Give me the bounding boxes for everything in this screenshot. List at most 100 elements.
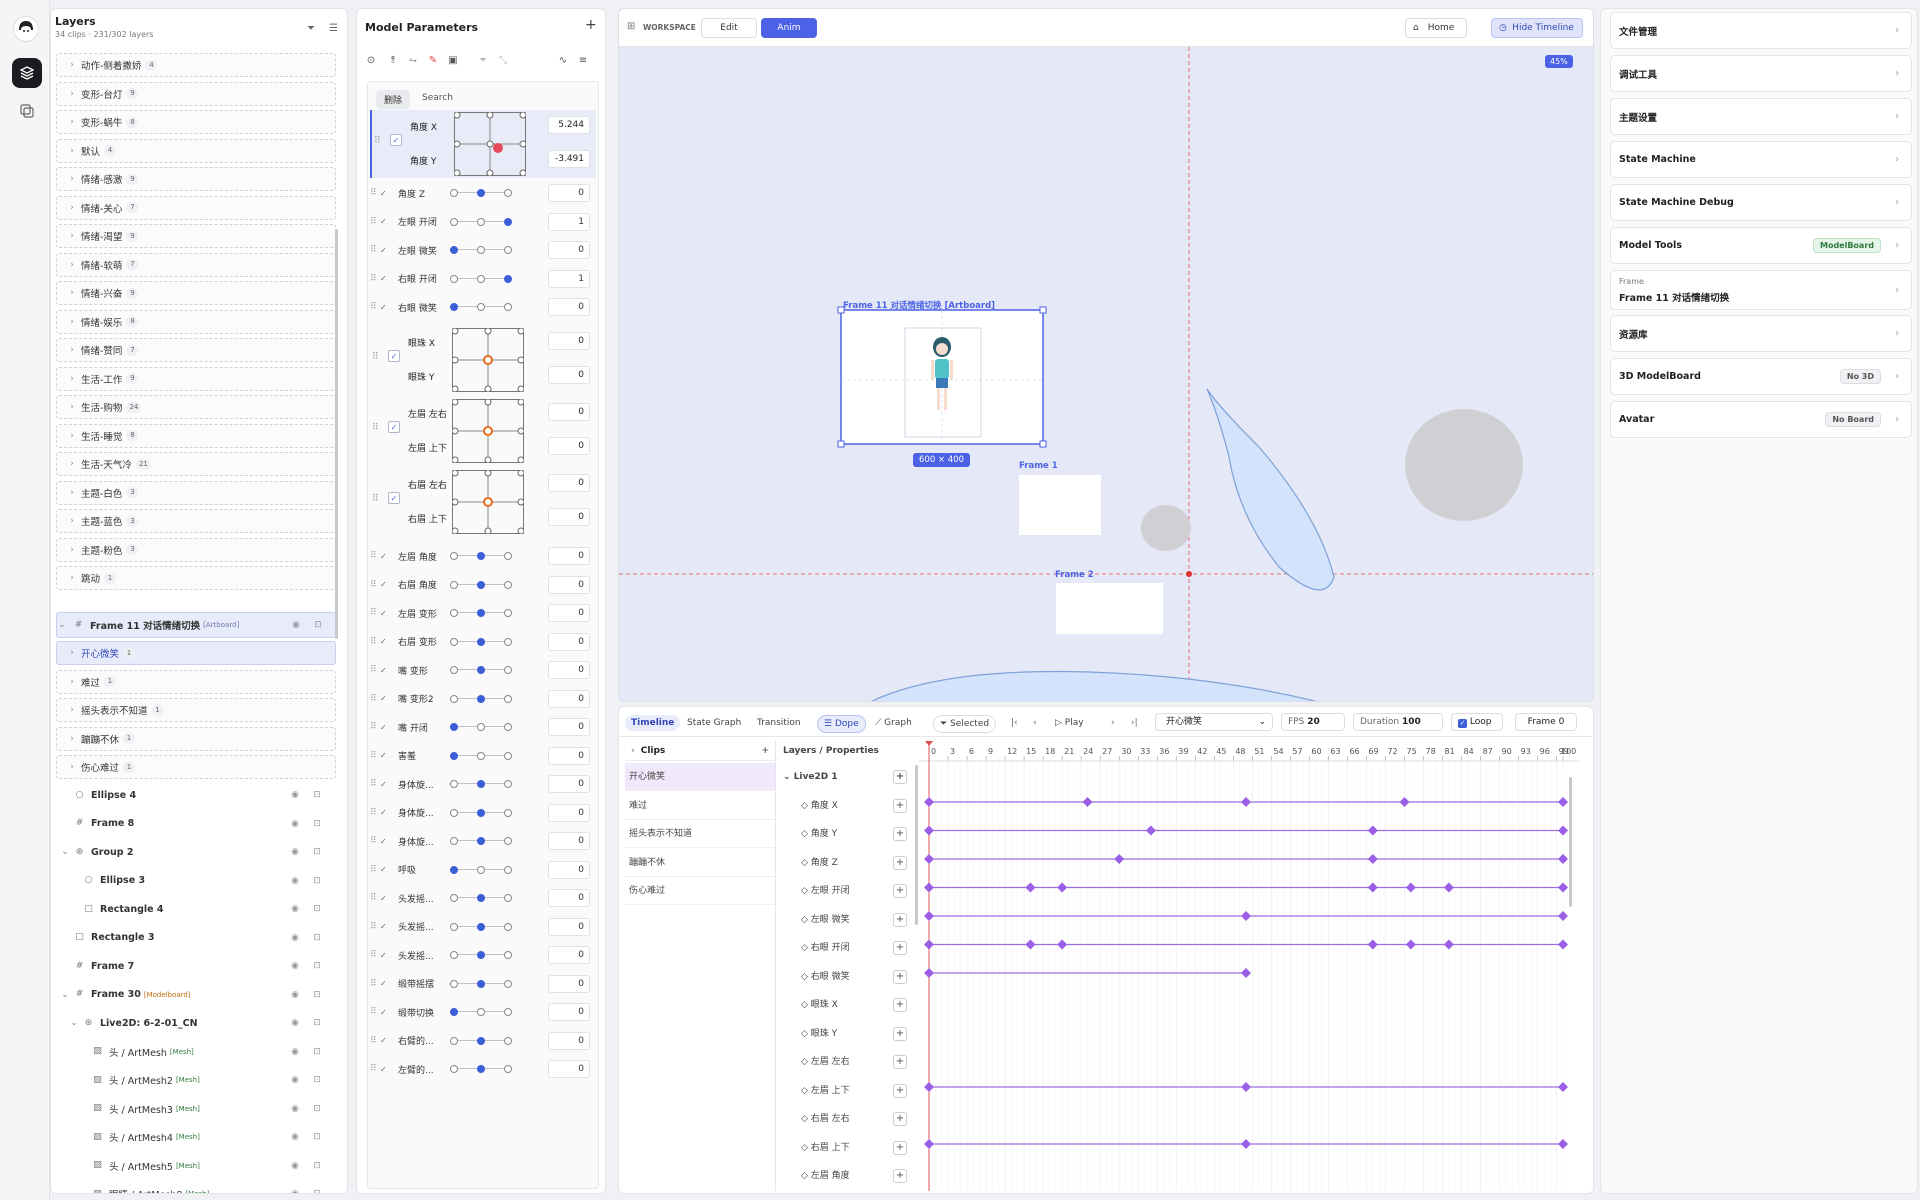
param-2d-row[interactable]: ⠿ ✓ 右眉 左右 右眉 上下 0 0 bbox=[370, 468, 596, 536]
add-keyframe-button[interactable]: + bbox=[893, 1140, 907, 1155]
param-row[interactable]: ⠿ ✓ 缎带切换 0 bbox=[370, 1000, 596, 1024]
slider-knob[interactable] bbox=[477, 580, 485, 589]
visibility-eye-icon[interactable]: ◉ bbox=[288, 931, 302, 945]
param-value-field[interactable]: 0 bbox=[548, 366, 590, 384]
param-row[interactable]: ⠿ ✓ 嘴 变形 0 bbox=[370, 658, 596, 682]
timeline-clip-item[interactable]: 摇头表示不知道 bbox=[625, 820, 775, 848]
right-panel-item[interactable]: Frame Frame 11 对话情绪切换 › bbox=[1610, 270, 1912, 310]
timeline-clip-item[interactable]: 难过 bbox=[625, 792, 775, 820]
layer-node-row[interactable]: ⌄ ⊛ Live2D: 6-2-01_CN ◉ ⊡ bbox=[56, 1011, 336, 1035]
slider-knob[interactable] bbox=[477, 922, 485, 931]
check-icon[interactable]: ✓ bbox=[380, 837, 392, 846]
check-icon[interactable]: ✓ bbox=[380, 1036, 392, 1045]
param-slider[interactable] bbox=[450, 922, 512, 932]
chevron-right-icon[interactable]: › bbox=[67, 374, 77, 384]
right-panel-item[interactable]: State Machine › bbox=[1610, 141, 1912, 178]
slider-knob[interactable] bbox=[450, 303, 458, 311]
track-row[interactable]: ◇ 左眼 开闭 + bbox=[777, 877, 917, 905]
right-panel-item[interactable]: State Machine Debug › bbox=[1610, 184, 1912, 221]
param-row[interactable]: ⠿ ✓ 头发摇... 0 bbox=[370, 943, 596, 967]
chevron-down-icon[interactable]: ⌄ bbox=[60, 847, 70, 857]
param-value-field[interactable]: 0 bbox=[548, 860, 590, 879]
slider-knob[interactable] bbox=[504, 217, 512, 226]
drag-handle-icon[interactable]: ⠿ bbox=[370, 950, 380, 960]
lock-icon[interactable]: ⊡ bbox=[310, 1187, 324, 1193]
chevron-right-icon[interactable]: › bbox=[67, 89, 77, 99]
slider-knob[interactable] bbox=[477, 837, 485, 845]
drag-handle-icon[interactable]: ⠿ bbox=[370, 1007, 380, 1017]
chevron-right-icon[interactable]: › bbox=[67, 231, 77, 241]
check-icon[interactable]: ✓ bbox=[388, 492, 400, 504]
param-slider[interactable] bbox=[450, 274, 512, 284]
right-panel-item[interactable]: 3D ModelBoard No 3D › bbox=[1610, 358, 1912, 395]
visibility-eye-icon[interactable]: ◉ bbox=[288, 1102, 302, 1116]
canvas-area[interactable]: ⊞ WORKSPACE Edit Anim ⌂ Home ◷ Hide Timeli… bbox=[618, 8, 1594, 702]
param-value-field[interactable]: 0 bbox=[548, 241, 590, 259]
chevron-right-icon[interactable]: › bbox=[67, 345, 77, 355]
drag-handle-icon[interactable]: ⠿ bbox=[370, 865, 380, 875]
lock-icon[interactable]: ⊡ bbox=[310, 988, 324, 1002]
check-icon[interactable]: ✓ bbox=[388, 350, 400, 362]
slider-knob[interactable] bbox=[477, 189, 485, 197]
param-row[interactable]: ⠿ ✓ 右臂的... 0 bbox=[370, 1029, 596, 1053]
param-row[interactable]: ⠿ ✓ 头发摇... 0 bbox=[370, 886, 596, 910]
right-panel-item[interactable]: 文件管理 › bbox=[1610, 12, 1912, 49]
track-row[interactable]: ◇ 右眉 上下 + bbox=[777, 1134, 917, 1162]
param-slider[interactable] bbox=[450, 665, 512, 675]
visibility-eye-icon[interactable]: ◉ bbox=[288, 874, 302, 888]
check-icon[interactable]: ✓ bbox=[380, 808, 392, 817]
right-panel-item[interactable]: 资源库 › bbox=[1610, 315, 1912, 352]
layer-node-row[interactable]: ⌄ # Frame 30 [Modelboard] ◉ ⊡ bbox=[56, 983, 336, 1007]
check-icon[interactable]: ✓ bbox=[380, 1065, 392, 1074]
param-2d-pad[interactable] bbox=[452, 328, 524, 392]
sub-clip-row[interactable]: › 开心微笑 1 bbox=[56, 641, 336, 665]
right-panel-item[interactable]: 主题设置 › bbox=[1610, 98, 1912, 135]
clip-layer-row[interactable]: › 主题-蓝色 3 bbox=[56, 509, 336, 533]
param-value-field[interactable]: 0 bbox=[548, 917, 590, 936]
visibility-eye-icon[interactable]: ◉ bbox=[289, 618, 303, 632]
clip-layer-row[interactable]: › 变形-台灯 9 bbox=[56, 81, 336, 106]
drag-handle-icon[interactable]: ⠿ bbox=[370, 1036, 380, 1046]
param-value-field[interactable]: -3.491 bbox=[548, 150, 590, 168]
param-value-field[interactable]: 0 bbox=[548, 298, 590, 316]
param-row[interactable]: ⠿ ✓ 右眉 角度 0 bbox=[370, 573, 596, 597]
param-slider[interactable] bbox=[450, 1007, 512, 1017]
param-row[interactable]: ⠿ ✓ 身体旋... 0 bbox=[370, 829, 596, 853]
drag-handle-icon[interactable]: ⠿ bbox=[370, 1064, 380, 1074]
param-value-field[interactable]: 0 bbox=[548, 832, 590, 850]
track-row[interactable]: ◇ 右眼 开闭 + bbox=[777, 934, 917, 962]
clip-layer-row[interactable]: › 情绪-渴望 9 bbox=[56, 224, 336, 248]
param-row[interactable]: ⠿ ✓ 右眼 微笑 0 bbox=[370, 295, 596, 319]
clip-layer-row[interactable]: › 变形-蜗牛 8 bbox=[56, 110, 336, 134]
slider-knob[interactable] bbox=[477, 609, 485, 617]
drag-handle-icon[interactable]: ⠿ bbox=[374, 136, 381, 146]
param-2d-pad[interactable] bbox=[452, 399, 524, 463]
param-2d-pad[interactable] bbox=[452, 470, 524, 534]
param-value-field[interactable]: 0 bbox=[548, 437, 590, 455]
param-row[interactable]: ⠿ ✓ 右眼 开闭 1 bbox=[370, 267, 596, 291]
visibility-eye-icon[interactable]: ◉ bbox=[288, 1187, 302, 1193]
param-value-field[interactable]: 0 bbox=[548, 1060, 590, 1078]
layer-node-row[interactable]: ▨ 头 / ArtMesh3 [Mesh] ◉ ⊡ bbox=[56, 1097, 336, 1121]
track-row[interactable]: ◇ 角度 X + bbox=[777, 792, 917, 820]
drag-handle-icon[interactable]: ⠿ bbox=[370, 779, 380, 789]
sub-clip-row[interactable]: › 蹦蹦不休 1 bbox=[56, 726, 336, 751]
param-row[interactable]: ⠿ ✓ 身体旋... 0 bbox=[370, 772, 596, 796]
param-value-field[interactable]: 0 bbox=[548, 946, 590, 964]
check-icon[interactable]: ✓ bbox=[380, 217, 392, 226]
timeline-clip-item[interactable]: 蹦蹦不休 bbox=[625, 849, 775, 877]
drag-handle-icon[interactable]: ⠿ bbox=[370, 922, 380, 932]
slider-knob[interactable] bbox=[477, 808, 485, 817]
drag-handle-icon[interactable]: ⠿ bbox=[370, 722, 380, 732]
drag-handle-icon[interactable]: ⠿ bbox=[370, 217, 380, 227]
check-icon[interactable]: ✓ bbox=[380, 189, 392, 198]
add-keyframe-button[interactable]: + bbox=[893, 1083, 907, 1098]
chevron-right-icon[interactable]: › bbox=[67, 402, 77, 412]
drag-handle-icon[interactable]: ⠿ bbox=[370, 274, 380, 284]
check-icon[interactable]: ✓ bbox=[380, 751, 392, 760]
chevron-right-icon[interactable]: › bbox=[67, 762, 77, 772]
chevron-right-icon[interactable]: › bbox=[67, 60, 77, 70]
visibility-eye-icon[interactable]: ◉ bbox=[288, 1130, 302, 1144]
slider-knob[interactable] bbox=[477, 979, 485, 988]
track-row[interactable]: ◇ 左眉 角度 + bbox=[777, 1162, 917, 1190]
